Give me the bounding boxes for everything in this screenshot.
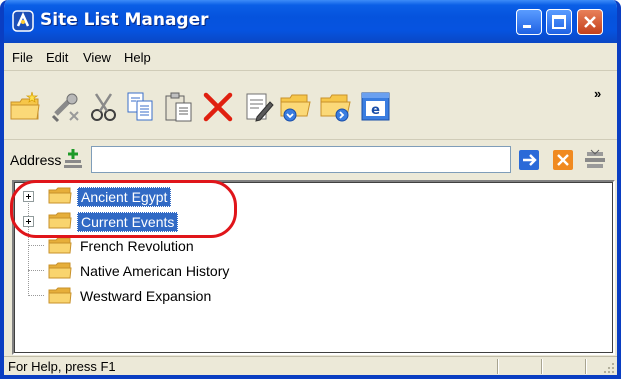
window-title: Site List Manager — [40, 10, 209, 30]
status-divider — [497, 359, 498, 374]
add-site-icon[interactable] — [61, 147, 85, 171]
import-icon[interactable] — [279, 90, 313, 124]
properties-icon[interactable] — [48, 90, 82, 124]
status-text: For Help, press F1 — [8, 359, 116, 374]
new-folder-icon[interactable] — [8, 90, 42, 124]
tree-item-native-american-history[interactable]: Native American History — [14, 260, 414, 282]
annotation-highlight-ring — [10, 180, 237, 238]
copy-icon[interactable] — [124, 90, 158, 124]
menu-edit[interactable]: Edit — [46, 50, 68, 65]
minimize-icon — [523, 25, 531, 28]
toolbar-overflow-chevron[interactable]: » — [594, 86, 601, 101]
menu-help[interactable]: Help — [124, 50, 151, 65]
export-icon[interactable] — [319, 90, 353, 124]
address-input[interactable] — [91, 146, 511, 173]
tree-item-label: Native American History — [80, 263, 230, 279]
tree-item-french-revolution[interactable]: French Revolution — [14, 235, 414, 257]
resize-grip-icon[interactable] — [601, 360, 615, 374]
svg-text:e: e — [371, 103, 380, 118]
folder-icon — [48, 287, 72, 304]
site-list-manager-window: Site List Manager File Edit View Help e … — [0, 0, 621, 379]
address-label: Address — [10, 152, 62, 168]
address-bar: Address — [4, 141, 617, 179]
folder-icon — [48, 262, 72, 279]
toolbar: e » — [4, 72, 617, 140]
status-divider — [541, 359, 542, 374]
stop-icon[interactable] — [553, 150, 573, 170]
folder-icon — [48, 237, 72, 254]
minimize-button[interactable] — [516, 9, 542, 35]
delete-icon[interactable] — [201, 90, 235, 124]
cut-icon[interactable] — [87, 90, 121, 124]
menu-view[interactable]: View — [83, 50, 111, 65]
close-icon — [584, 16, 596, 28]
maximize-icon — [552, 15, 566, 29]
status-divider — [585, 359, 586, 374]
menu-bar: File Edit View Help — [4, 43, 617, 71]
browser-icon[interactable]: e — [359, 90, 393, 124]
status-bar: For Help, press F1 — [4, 356, 617, 375]
menu-file[interactable]: File — [12, 50, 33, 65]
edit-icon[interactable] — [242, 90, 276, 124]
title-bar[interactable]: Site List Manager — [4, 0, 617, 43]
network-icon[interactable] — [583, 148, 607, 172]
app-icon — [12, 10, 34, 32]
tree-item-label: Westward Expansion — [80, 288, 212, 304]
go-arrow-icon[interactable] — [519, 150, 539, 170]
tree-item-label: French Revolution — [80, 238, 194, 254]
paste-icon[interactable] — [162, 90, 196, 124]
tree-item-westward-expansion[interactable]: Westward Expansion — [14, 285, 414, 307]
close-button[interactable] — [577, 9, 603, 35]
maximize-button[interactable] — [546, 9, 572, 35]
